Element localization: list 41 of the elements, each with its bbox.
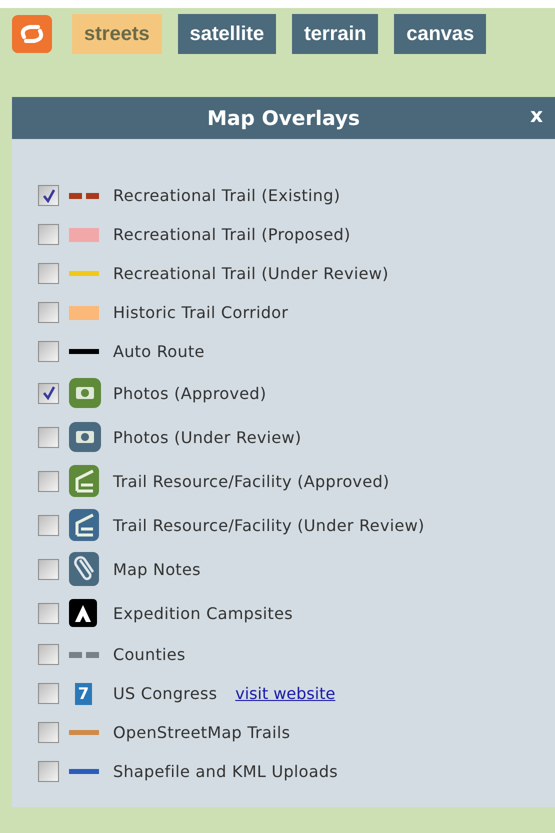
panel-title: Map Overlays [207, 106, 360, 130]
checkbox[interactable] [38, 558, 59, 580]
checkbox[interactable] [38, 761, 59, 782]
number-icon: 7 [75, 682, 92, 704]
overlay-label: Recreational Trail (Existing) [113, 186, 340, 205]
map-type-tab[interactable]: canvas [394, 14, 486, 54]
checkbox[interactable] [38, 683, 59, 704]
checkbox[interactable] [38, 602, 59, 624]
overlay-label: US Congress [113, 684, 218, 703]
checkbox[interactable] [38, 644, 59, 665]
checkbox[interactable] [38, 302, 59, 323]
overlay-label: Shapefile and KML Uploads [113, 762, 338, 781]
overlay-label: Expedition Campsites [113, 604, 293, 622]
checkbox[interactable] [38, 263, 59, 284]
overlay-label: Counties [113, 645, 186, 664]
checkbox[interactable] [38, 224, 59, 245]
check-icon [42, 188, 56, 202]
checkbox[interactable] [38, 426, 59, 448]
overlay-label: Trail Resource/Facility (Under Review) [113, 516, 425, 534]
map-type-tab[interactable]: terrain [292, 14, 378, 54]
checkbox[interactable] [38, 382, 59, 404]
check-icon [42, 386, 56, 400]
checkbox[interactable] [38, 722, 59, 743]
overlay-label: Historic Trail Corridor [113, 303, 288, 322]
map-type-tab[interactable]: satellite [178, 14, 276, 54]
close-button[interactable]: x [526, 103, 547, 127]
overlay-label: Recreational Trail (Proposed) [113, 225, 351, 244]
checkbox[interactable] [38, 514, 59, 536]
checkbox[interactable] [38, 470, 59, 492]
overlay-label: Recreational Trail (Under Review) [113, 264, 389, 283]
checkbox[interactable] [38, 341, 59, 362]
checkbox[interactable] [38, 185, 59, 206]
logo-icon [12, 15, 52, 53]
website-link[interactable]: visit website [235, 684, 336, 703]
map-type-tab[interactable]: streets [72, 14, 162, 54]
overlay-label: Map Notes [113, 560, 201, 578]
overlay-label: OpenStreetMap Trails [113, 723, 290, 742]
overlay-label: Auto Route [113, 342, 205, 361]
overlay-label: Photos (Approved) [113, 384, 266, 402]
overlay-label: Trail Resource/Facility (Approved) [113, 472, 390, 490]
overlay-label: Photos (Under Review) [113, 428, 302, 446]
